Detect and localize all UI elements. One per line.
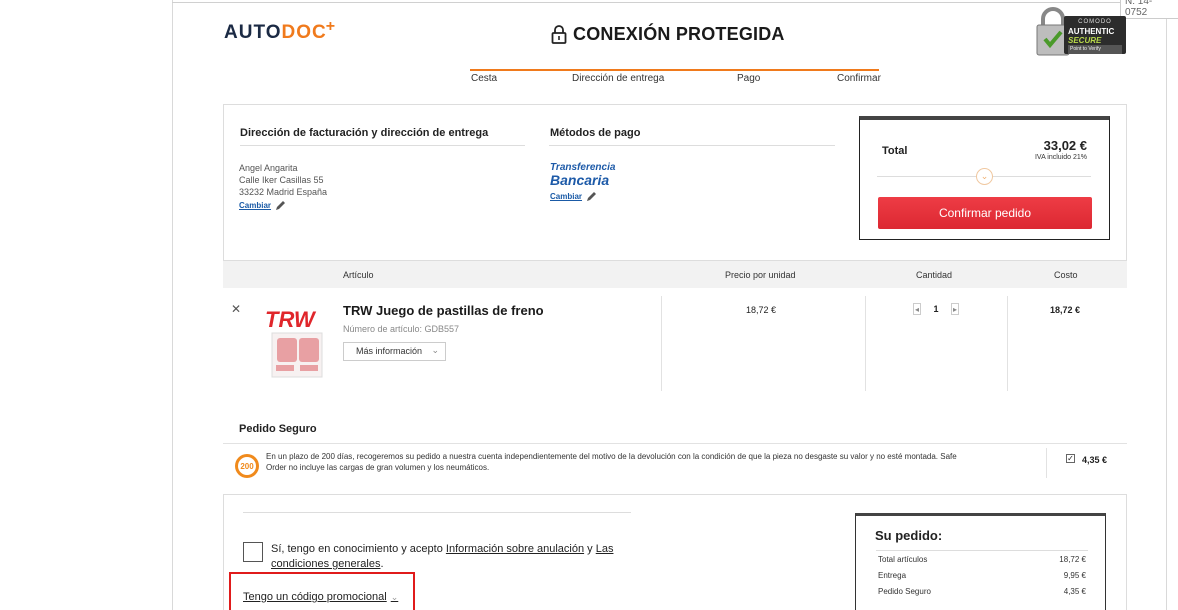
badge-line1: COMODO: [1078, 19, 1112, 25]
page-left-border: [172, 0, 173, 610]
remove-item-icon[interactable]: ✕: [231, 302, 241, 316]
product-line-cost: 18,72 €: [1050, 305, 1081, 315]
product-image[interactable]: TRW: [262, 305, 328, 385]
chevron-down-icon[interactable]: ⌄: [976, 168, 993, 185]
summary-row-label: Entrega: [878, 571, 907, 580]
terms-text: Sí, tengo en conocimiento y acepto Infor…: [271, 542, 641, 572]
page-right-border: [1166, 0, 1167, 610]
payment-change-label: Cambiar: [550, 192, 583, 201]
header-quantity: Cantidad: [916, 270, 953, 280]
summary-title: Su pedido:: [875, 528, 943, 543]
cart-table-header: Artículo Precio por unidad Cantidad Cost…: [223, 261, 1127, 288]
terms-checkbox[interactable]: [243, 542, 263, 562]
page-title-text: CONEXIÓN PROTEGIDA: [573, 24, 785, 44]
summary-row-value: 4,35 €: [1063, 587, 1086, 596]
product-number: Número de artículo: GDB557: [343, 324, 460, 334]
order-summary-box: Su pedido: Total artículos 18,72 € Entre…: [855, 513, 1106, 610]
terms-middle: y: [584, 543, 596, 555]
chevron-down-icon: ⌄: [431, 345, 439, 355]
safe-order-icon-text: 200: [240, 462, 254, 471]
address-city: 33232 Madrid España: [239, 187, 328, 197]
promo-code-label: Tengo un código promocional: [243, 591, 387, 603]
safe-order-checkbox[interactable]: ✓: [1066, 454, 1075, 463]
order-total-box: Total 33,02 € IVA incluido 21% ⌄ Confirm…: [859, 116, 1110, 240]
product-name[interactable]: TRW Juego de pastillas de freno: [343, 303, 544, 318]
page-top-border: [172, 2, 1167, 3]
bank-logo-line2: Bancaria: [550, 172, 610, 188]
safe-order-200-icon: 200: [235, 454, 259, 478]
safe-order-price: 4,35 €: [1082, 455, 1108, 465]
corner-label: N: 14-0752: [1120, 0, 1178, 19]
billing-address: Angel Angarita Calle Iker Casillas 55 33…: [239, 162, 327, 198]
billing-change-label: Cambiar: [239, 201, 272, 210]
badge-plate: COMODO AUTHENTIC SECURE Point to Verify: [1064, 16, 1126, 54]
safe-order-divider: [223, 443, 1127, 444]
summary-row-value: 18,72 €: [1059, 555, 1086, 564]
checkout-progress-bar: [470, 69, 879, 71]
badge-line2: AUTHENTIC: [1068, 27, 1115, 36]
step-cesta[interactable]: Cesta: [471, 73, 497, 84]
header-article: Artículo: [343, 270, 374, 280]
payment-title: Métodos de pago: [550, 127, 641, 139]
badge-line3: SECURE: [1068, 36, 1102, 45]
safe-order-title: Pedido Seguro: [239, 423, 317, 435]
total-value: 33,02 €: [1043, 138, 1087, 153]
summary-row: Entrega 9,95 €: [878, 571, 1086, 580]
cancellation-info-link[interactable]: Información sobre anulación: [446, 543, 584, 555]
header-unit-price: Precio por unidad: [725, 270, 796, 280]
column-divider: [865, 296, 866, 391]
summary-row-value: 9,95 €: [1063, 571, 1086, 580]
terms-suffix: .: [380, 558, 384, 570]
payment-divider: [549, 145, 835, 146]
summary-row: Total artículos 18,72 €: [878, 555, 1086, 564]
step-direccion[interactable]: Dirección de entrega: [572, 73, 664, 84]
product-unit-price: 18,72 €: [746, 305, 777, 315]
billing-divider: [240, 145, 525, 146]
summary-row-label: Pedido Seguro: [878, 587, 931, 596]
address-street: Calle Iker Casillas 55: [239, 175, 324, 185]
confirm-order-button[interactable]: Confirmar pedido: [878, 197, 1092, 229]
column-divider: [1046, 448, 1047, 478]
column-divider: [1007, 296, 1008, 391]
address-name: Angel Angarita: [239, 163, 298, 173]
chevron-down-icon: ⌄: [390, 591, 399, 602]
product-brand-logo: TRW: [265, 307, 317, 332]
quantity-stepper[interactable]: ◂ 1 ▸: [913, 302, 959, 315]
payment-change-link[interactable]: Cambiar: [550, 191, 597, 202]
lock-icon: [551, 25, 567, 44]
pencil-icon: [276, 201, 286, 210]
logo-text-auto: AUTO: [224, 22, 282, 43]
promo-code-toggle[interactable]: Tengo un código promocional ⌄: [243, 591, 398, 603]
total-iva-note: IVA incluido 21%: [1034, 154, 1087, 161]
more-info-dropdown[interactable]: Más información ⌄: [343, 342, 446, 361]
step-confirmar: Confirmar: [837, 73, 881, 84]
increase-arrow-icon[interactable]: ▸: [950, 302, 959, 315]
column-divider: [661, 296, 662, 391]
billing-title: Dirección de facturación y dirección de …: [240, 127, 489, 139]
quantity-value[interactable]: 1: [933, 304, 938, 314]
billing-change-link[interactable]: Cambiar: [239, 200, 286, 211]
terms-prefix: Sí, tengo en conocimiento y acepto: [271, 543, 446, 555]
logo-text-doc: DOC: [281, 22, 327, 43]
badge-line4: Point to Verify: [1068, 45, 1122, 54]
header-cost: Costo: [1054, 270, 1078, 280]
bank-transfer-logo: Transferencia Bancaria: [550, 163, 615, 188]
summary-divider: [876, 550, 1088, 551]
summary-row-label: Total artículos: [878, 555, 928, 564]
autodoc-logo[interactable]: AUTODOC+: [224, 18, 336, 44]
logo-plus: +: [325, 18, 337, 35]
safe-order-description: En un plazo de 200 días, recogeremos su …: [266, 452, 957, 472]
page-title: CONEXIÓN PROTEGIDA: [551, 24, 785, 45]
bottom-divider: [243, 512, 631, 513]
summary-row: Pedido Seguro 4,35 €: [878, 587, 1086, 596]
total-label: Total: [882, 145, 908, 157]
decrease-arrow-icon[interactable]: ◂: [913, 302, 921, 315]
step-pago[interactable]: Pago: [737, 73, 760, 84]
pencil-icon: [587, 192, 597, 201]
more-info-label: Más información: [356, 346, 423, 356]
comodo-secure-badge[interactable]: COMODO AUTHENTIC SECURE Point to Verify: [1036, 5, 1128, 59]
